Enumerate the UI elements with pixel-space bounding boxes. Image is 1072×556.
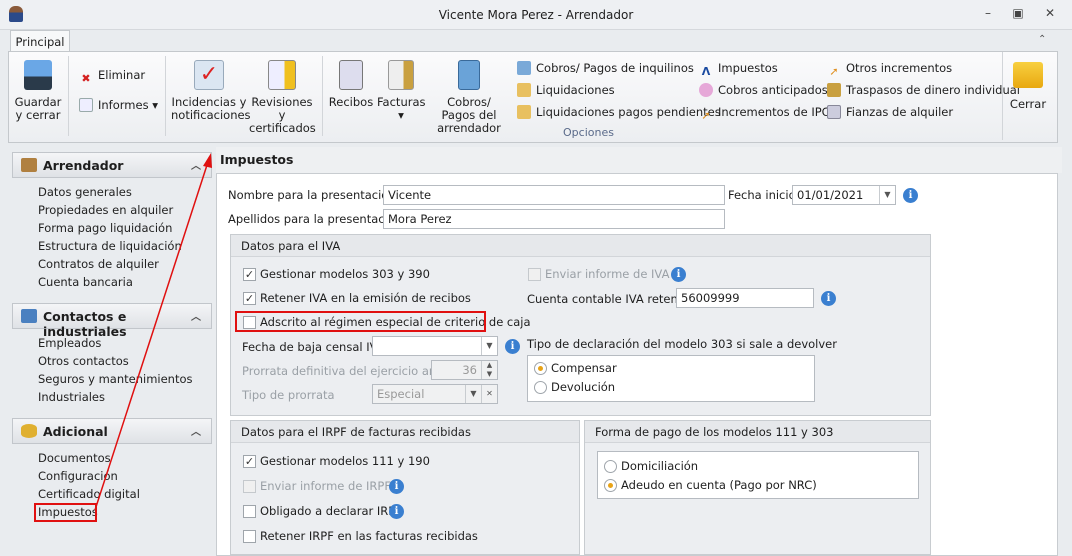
annotation-arrow — [94, 153, 212, 511]
